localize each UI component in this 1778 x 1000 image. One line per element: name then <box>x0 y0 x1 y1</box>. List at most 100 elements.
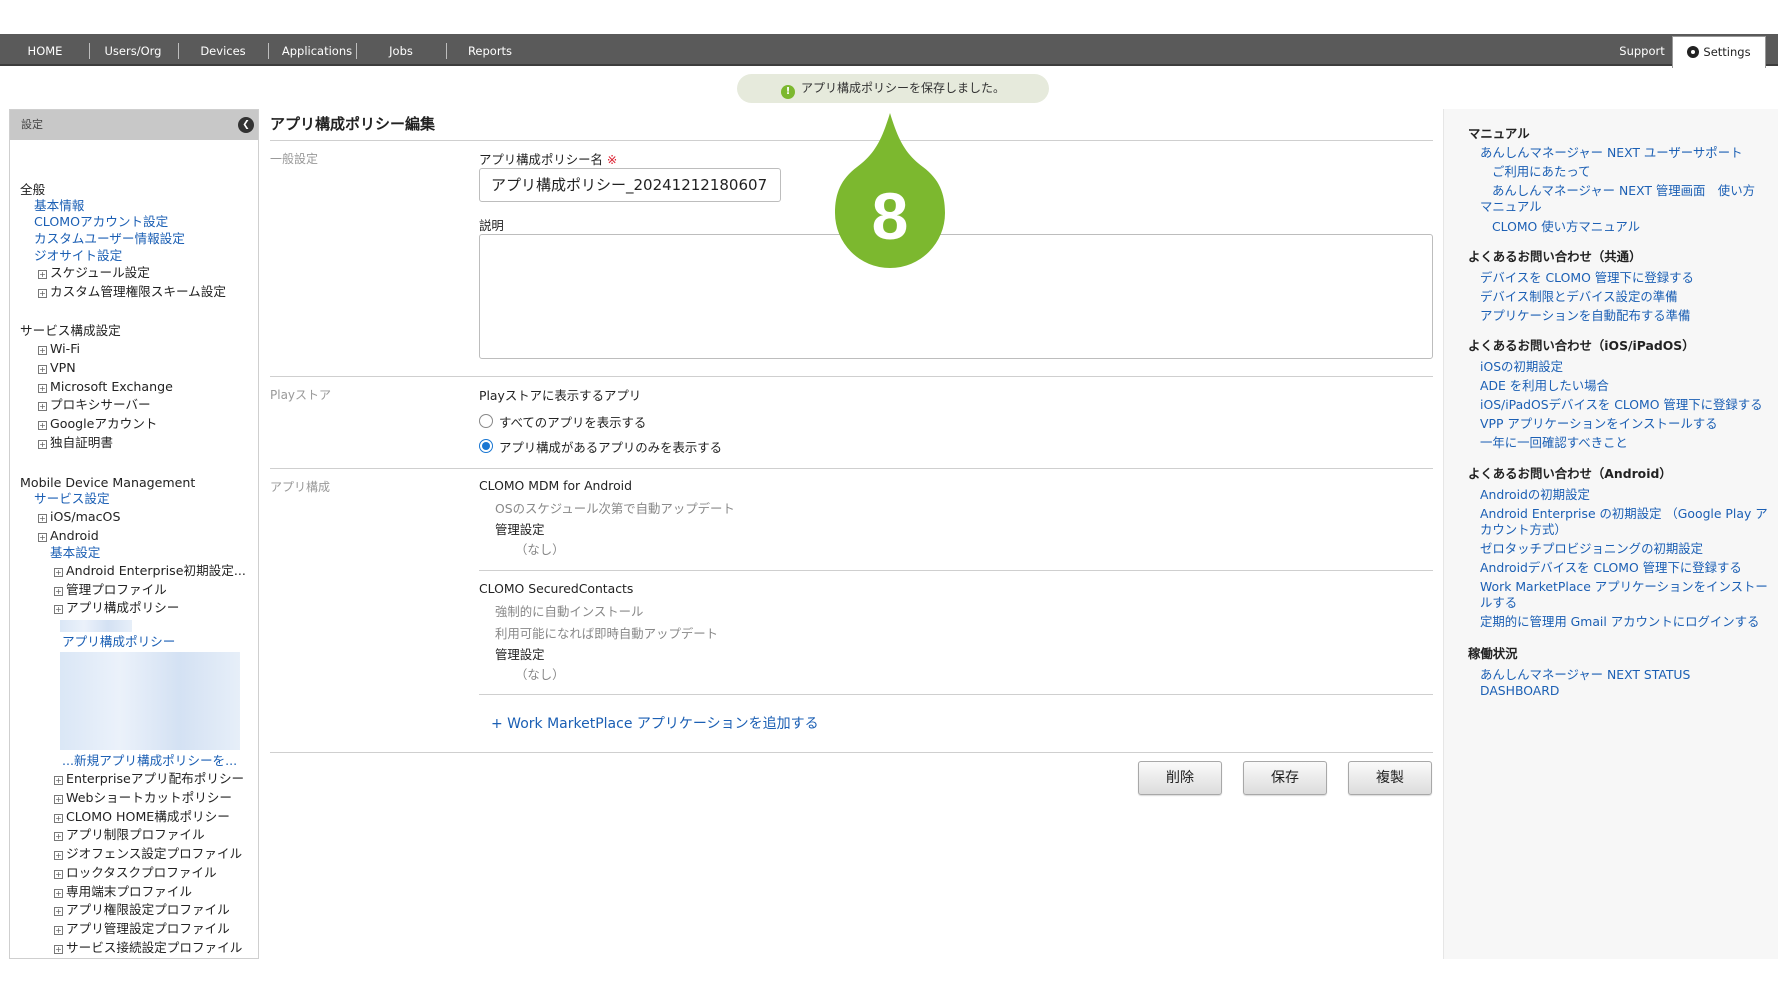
sidebar-item[interactable]: + 独自証明書 <box>38 435 113 451</box>
sidebar-item[interactable]: アプリ構成ポリシー <box>62 634 175 650</box>
help-link[interactable]: Work MarketPlace アプリケーションをインストー <box>1480 579 1768 595</box>
expand-plus-icon[interactable]: + <box>54 832 63 841</box>
sidebar-item[interactable]: + 専用端末プロファイル <box>54 884 192 900</box>
sidebar-item[interactable]: + CLOMO HOME構成ポリシー <box>54 809 230 825</box>
add-work-marketplace-app-link[interactable]: + Work MarketPlace アプリケーションを追加する <box>491 713 819 733</box>
expand-plus-icon[interactable]: + <box>38 365 47 374</box>
help-link[interactable]: デバイスを CLOMO 管理下に登録する <box>1480 270 1694 286</box>
expand-plus-icon[interactable]: + <box>38 440 47 449</box>
sidebar-item[interactable]: + Android Enterprise初期設定... <box>54 563 246 579</box>
sidebar-item[interactable]: + アプリ構成ポリシー <box>54 600 179 616</box>
expand-plus-icon[interactable]: + <box>54 605 63 614</box>
sidebar-item[interactable]: + ロックタスクプロファイル <box>54 865 217 881</box>
sidebar-item[interactable]: + Enterpriseアプリ配布ポリシー <box>54 771 244 787</box>
sidebar-item[interactable]: + サービス接続設定プロファイル <box>54 940 242 956</box>
expand-plus-icon[interactable]: + <box>54 870 63 879</box>
help-link[interactable]: Androidの初期設定 <box>1480 487 1590 503</box>
sidebar-item[interactable]: ...新規アプリ構成ポリシーを... <box>62 753 237 769</box>
expand-plus-icon[interactable]: + <box>54 568 63 577</box>
duplicate-button[interactable]: 複製 <box>1348 761 1432 795</box>
help-link[interactable]: ルする <box>1480 595 1517 611</box>
nav-support[interactable]: Support <box>1612 34 1672 66</box>
nav-jobs[interactable]: Jobs <box>366 34 436 66</box>
expand-plus-icon[interactable]: + <box>38 421 47 430</box>
expand-plus-icon[interactable]: + <box>38 270 47 279</box>
help-link[interactable]: ADE を利用したい場合 <box>1480 378 1609 394</box>
help-link[interactable]: CLOMO 使い方マニュアル <box>1492 219 1640 235</box>
expand-plus-icon[interactable]: + <box>54 795 63 804</box>
help-link[interactable]: あんしんマネージャー NEXT 管理画面 使い方 <box>1492 183 1755 199</box>
expand-plus-icon[interactable]: + <box>38 346 47 355</box>
help-link[interactable]: アプリケーションを自動配布する準備 <box>1480 308 1690 324</box>
radio-show-all-apps-label[interactable]: すべてのアプリを表示する <box>499 413 646 431</box>
expand-plus-icon[interactable]: + <box>38 289 47 298</box>
nav-devices[interactable]: Devices <box>186 34 260 66</box>
nav-settings[interactable]: Settings <box>1672 36 1766 68</box>
help-link[interactable]: 定期的に管理用 Gmail アカウントにログインする <box>1480 614 1759 630</box>
sidebar-item[interactable]: ジオサイト設定 <box>34 248 122 264</box>
help-link[interactable]: あんしんマネージャー NEXT ユーザーサポート <box>1480 145 1742 161</box>
nav-users-org[interactable]: Users/Org <box>96 34 170 66</box>
divider <box>270 752 1433 753</box>
sidebar-item[interactable]: + 管理プロファイル <box>54 582 167 598</box>
sidebar-item[interactable]: + VPN <box>38 360 76 376</box>
expand-plus-icon[interactable]: + <box>54 889 63 898</box>
help-link[interactable]: マニュアル <box>1480 199 1542 215</box>
help-link[interactable]: あんしんマネージャー NEXT STATUS <box>1480 667 1690 683</box>
sidebar-item[interactable]: + アプリ権限設定プロファイル <box>54 902 230 918</box>
help-link[interactable]: 一年に一回確認すべきこと <box>1480 435 1628 451</box>
expand-plus-icon[interactable]: + <box>38 514 47 523</box>
sidebar-item[interactable]: サービス構成設定 <box>20 323 121 339</box>
sidebar-item[interactable]: + Wi-Fi <box>38 341 80 357</box>
nav-home[interactable]: HOME <box>14 34 76 66</box>
sidebar-item[interactable]: + スケジュール設定 <box>38 265 150 281</box>
expand-plus-icon[interactable]: + <box>54 907 63 916</box>
help-link[interactable]: iOS/iPadOSデバイスを CLOMO 管理下に登録する <box>1480 397 1763 413</box>
sidebar-item[interactable]: CLOMOアカウント設定 <box>34 214 168 230</box>
sidebar-item[interactable]: + Microsoft Exchange <box>38 379 173 395</box>
collapse-sidebar-icon[interactable]: ❮ <box>238 117 254 133</box>
help-link[interactable]: ご利用にあたって <box>1492 164 1591 180</box>
nav-applications[interactable]: Applications <box>274 34 360 66</box>
description-textarea[interactable] <box>479 234 1433 359</box>
save-button[interactable]: 保存 <box>1243 761 1327 795</box>
help-link[interactable]: Android Enterprise の初期設定 （Google Play ア <box>1480 506 1768 522</box>
expand-plus-icon[interactable]: + <box>54 814 63 823</box>
help-link[interactable]: Androidデバイスを CLOMO 管理下に登録する <box>1480 560 1742 576</box>
sidebar-item[interactable]: + Googleアカウント <box>38 416 157 432</box>
sidebar-item[interactable]: + Android <box>38 528 99 544</box>
expand-plus-icon[interactable]: + <box>54 776 63 785</box>
sidebar-item[interactable]: + iOS/macOS <box>38 509 120 525</box>
sidebar-item[interactable]: 基本設定 <box>50 545 100 561</box>
nav-reports[interactable]: Reports <box>454 34 526 66</box>
sidebar-item[interactable]: + Webショートカットポリシー <box>54 790 232 806</box>
expand-plus-icon[interactable]: + <box>38 402 47 411</box>
delete-button[interactable]: 削除 <box>1138 761 1222 795</box>
sidebar-item[interactable]: + ジオフェンス設定プロファイル <box>54 846 242 862</box>
expand-plus-icon[interactable]: + <box>54 945 63 954</box>
sidebar-item[interactable]: 全般 <box>20 182 45 198</box>
sidebar-item[interactable]: 基本情報 <box>34 198 84 214</box>
sidebar-item[interactable]: Mobile Device Management <box>20 475 195 491</box>
help-link[interactable]: ゼロタッチプロビジョニングの初期設定 <box>1480 541 1703 557</box>
help-link[interactable]: カウント方式） <box>1480 522 1567 538</box>
sidebar-item[interactable]: + アプリ制限プロファイル <box>54 827 205 843</box>
sidebar-item[interactable]: カスタムユーザー情報設定 <box>34 231 185 247</box>
sidebar-item[interactable]: サービス設定 <box>34 491 110 507</box>
sidebar-item[interactable]: + カスタム管理権限スキーム設定 <box>38 284 226 300</box>
help-link[interactable]: デバイス制限とデバイス設定の準備 <box>1480 289 1678 305</box>
help-link[interactable]: iOSの初期設定 <box>1480 359 1563 375</box>
sidebar-item[interactable]: + アプリ管理設定プロファイル <box>54 921 230 937</box>
help-link[interactable]: VPP アプリケーションをインストールする <box>1480 416 1718 432</box>
expand-plus-icon[interactable]: + <box>54 851 63 860</box>
expand-plus-icon[interactable]: + <box>38 384 47 393</box>
expand-plus-icon[interactable]: + <box>38 533 47 542</box>
radio-show-configured-apps[interactable] <box>479 439 493 453</box>
radio-show-all-apps[interactable] <box>479 414 493 428</box>
expand-plus-icon[interactable]: + <box>54 587 63 596</box>
radio-show-configured-apps-label[interactable]: アプリ構成があるアプリのみを表示する <box>499 438 722 456</box>
sidebar-item[interactable]: + プロキシサーバー <box>38 397 151 413</box>
expand-plus-icon[interactable]: + <box>54 926 63 935</box>
policy-name-input[interactable]: アプリ構成ポリシー_20241212180607 <box>479 168 781 202</box>
help-link[interactable]: DASHBOARD <box>1480 683 1559 699</box>
